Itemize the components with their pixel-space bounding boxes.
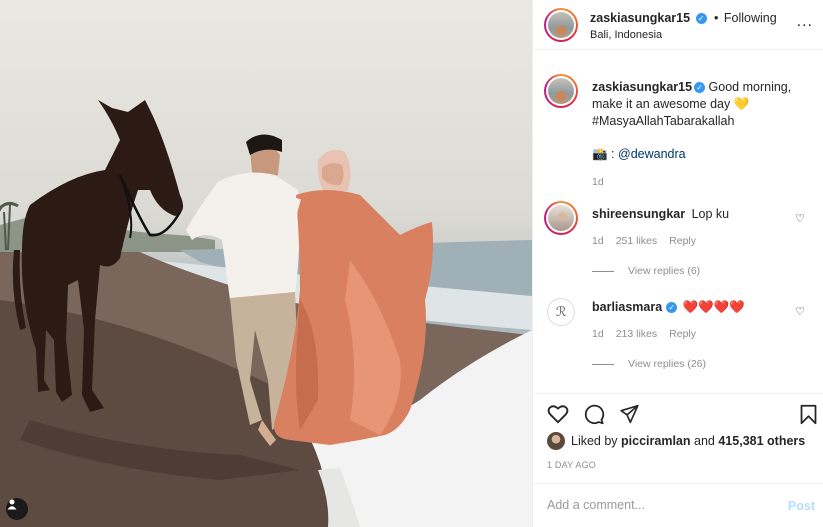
author-username[interactable]: zaskiasungkar15 bbox=[590, 11, 690, 25]
post-photo[interactable] bbox=[0, 0, 532, 527]
comment-reply-button[interactable]: Reply bbox=[669, 235, 696, 247]
view-replies-label: View replies (6) bbox=[628, 265, 701, 277]
replies-divider bbox=[592, 270, 614, 272]
comment-icon[interactable] bbox=[583, 404, 605, 425]
add-comment-input[interactable] bbox=[547, 498, 777, 512]
comment-like-heart-icon[interactable]: ♡ bbox=[795, 212, 805, 225]
author-avatar[interactable] bbox=[544, 8, 578, 42]
verified-badge-icon: ✓ bbox=[695, 13, 707, 25]
likes-others-link[interactable]: 415,381 others bbox=[718, 434, 805, 448]
comment-text: Lop ku bbox=[691, 207, 730, 221]
comment-item: barliasmara ✓ ❤️❤️❤️❤️ bbox=[592, 300, 745, 315]
post-date[interactable]: 1 DAY AGO bbox=[547, 460, 596, 470]
comment-meta: 1d 251 likes Reply bbox=[592, 235, 708, 247]
post-comment-button[interactable]: Post bbox=[788, 499, 815, 513]
comment-avatar-shireensungkar[interactable] bbox=[544, 201, 578, 235]
verified-badge-icon: ✓ bbox=[694, 82, 706, 94]
comment-username[interactable]: barliasmara bbox=[592, 300, 662, 314]
post-header: zaskiasungkar15 ✓ • Following Bali, Indo… bbox=[533, 0, 823, 50]
comment-username[interactable]: shireensungkar bbox=[592, 207, 685, 221]
post-detail-panel: zaskiasungkar15 ✓ • Following Bali, Indo… bbox=[532, 0, 823, 527]
action-bar bbox=[533, 393, 823, 433]
view-replies-button[interactable]: View replies (6) bbox=[592, 265, 700, 277]
heart-icon[interactable] bbox=[547, 404, 569, 424]
caption-age[interactable]: 1d bbox=[592, 174, 807, 191]
view-replies-button[interactable]: View replies (26) bbox=[592, 358, 706, 370]
bookmark-icon[interactable] bbox=[799, 404, 818, 425]
replies-divider bbox=[592, 363, 614, 365]
likes-summary: Liked by picciramlan and 415,381 others bbox=[547, 432, 805, 450]
author-line: zaskiasungkar15 ✓ • Following bbox=[590, 11, 777, 25]
add-comment-bar: Post bbox=[533, 483, 823, 527]
beach-couple-horse-image bbox=[0, 100, 532, 527]
comments-list[interactable]: zaskiasungkar15 ✓ Good morning, make it a… bbox=[533, 51, 823, 393]
comment-likes-count[interactable]: 213 likes bbox=[616, 328, 657, 340]
comment-likes-count[interactable]: 251 likes bbox=[616, 235, 657, 247]
caption-avatar[interactable] bbox=[544, 74, 578, 108]
likes-middle: and bbox=[694, 434, 715, 448]
credit-prefix: 📸 : bbox=[592, 147, 615, 161]
comment-text: ❤️❤️❤️❤️ bbox=[682, 300, 745, 314]
first-liker-link[interactable]: picciramlan bbox=[621, 434, 690, 448]
location-link[interactable]: Bali, Indonesia bbox=[590, 29, 662, 41]
caption-block: zaskiasungkar15 ✓ Good morning, make it a… bbox=[592, 79, 807, 191]
user-tag-icon[interactable] bbox=[6, 498, 28, 520]
photo-credit: 📸 : @dewandra bbox=[592, 146, 807, 163]
comment-item: shireensungkar Lop ku bbox=[592, 207, 729, 221]
share-icon[interactable] bbox=[619, 404, 640, 424]
view-replies-label: View replies (26) bbox=[628, 358, 707, 370]
comment-reply-button[interactable]: Reply bbox=[669, 328, 696, 340]
credit-mention-link[interactable]: @dewandra bbox=[618, 147, 686, 161]
likes-prefix: Liked by bbox=[571, 434, 618, 448]
comment-meta: 1d 213 likes Reply bbox=[592, 328, 708, 340]
follow-status-button[interactable]: Following bbox=[724, 11, 777, 25]
comment-age[interactable]: 1d bbox=[592, 235, 604, 247]
verified-badge-icon: ✓ bbox=[666, 302, 678, 314]
comment-like-heart-icon[interactable]: ♡ bbox=[795, 305, 805, 318]
comment-age[interactable]: 1d bbox=[592, 328, 604, 340]
liker-avatar[interactable] bbox=[547, 432, 565, 450]
comment-avatar-barliasmara[interactable]: ℛ bbox=[547, 298, 575, 326]
separator-dot: • bbox=[714, 11, 719, 25]
more-options-icon[interactable]: ... bbox=[797, 13, 813, 31]
caption-username[interactable]: zaskiasungkar15 bbox=[592, 80, 692, 94]
